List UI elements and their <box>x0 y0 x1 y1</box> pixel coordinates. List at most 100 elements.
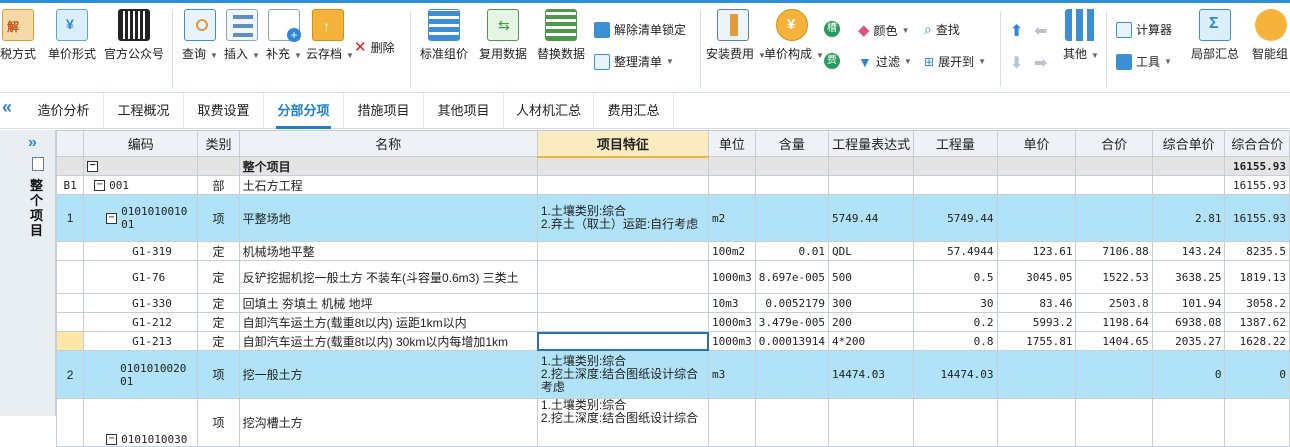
tab-fee-summary[interactable]: 费用汇总 <box>594 93 674 129</box>
down-arrow-icon[interactable]: ⬇ <box>1010 53 1023 73</box>
query-button[interactable]: 查询 ▼ <box>180 9 220 62</box>
row-number-cell <box>55 156 85 176</box>
find-button[interactable]: ⌕ 查找 <box>924 21 960 38</box>
col-header-qty-expr[interactable]: 工程量表达式 <box>828 130 915 157</box>
replace-data-icon <box>545 9 577 41</box>
cloud-save-icon: ↑ <box>312 9 344 41</box>
delete-icon: ✕ <box>354 39 367 56</box>
table-row[interactable]: − 整个项目 16155.93 <box>55 156 1290 176</box>
tab-sub-items[interactable]: 分部分项 <box>264 93 344 129</box>
calculator-button[interactable]: 计算器 <box>1116 21 1172 38</box>
unit-price-build-button[interactable]: ¥ 单价构成 ▼ <box>764 9 824 62</box>
collapse-icon[interactable]: − <box>94 180 106 191</box>
col-header-unit[interactable]: 单位 <box>708 130 756 157</box>
tools-icon <box>1116 53 1132 70</box>
table-row-selected[interactable]: G1-213 定 自卸汽车运土方(载重8t以内) 30km以内每增加1km 10… <box>55 331 1290 351</box>
col-header-type[interactable]: 类别 <box>197 130 240 157</box>
col-header-content[interactable]: 含量 <box>754 130 830 157</box>
color-button[interactable]: ◆ 颜色 ▼ <box>858 21 909 39</box>
collapse-icon[interactable]: − <box>87 161 99 173</box>
grid-icon <box>1065 9 1097 41</box>
ribbon-separator <box>700 11 701 87</box>
install-fee-button[interactable]: 安装费用 ▼ <box>706 9 766 62</box>
tab-labor-material-summary[interactable]: 人材机汇总 <box>504 93 594 129</box>
filter-button[interactable]: ▼ 过滤 ▼ <box>858 53 912 70</box>
delete-button[interactable]: ✕ 删除 <box>354 38 395 56</box>
table-row[interactable]: B1 −001 部 土石方工程 16155.93 <box>55 175 1290 195</box>
bill-grid: 编码 类别 名称 项目特征 单位 含量 工程量表达式 工程量 单价 合价 综合单… <box>55 130 1290 447</box>
project-tree-panel: » 整个项目 <box>0 130 56 416</box>
unit-price-build-icon: ¥ <box>776 9 808 41</box>
col-header-code[interactable]: 编码 <box>83 130 199 157</box>
filter-icon: ▼ <box>858 53 872 70</box>
col-header-comp-total[interactable]: 综合合价 <box>1224 130 1290 157</box>
col-header-feature[interactable]: 项目特征 <box>536 130 710 158</box>
qr-code-icon <box>118 9 150 41</box>
grid-header-row: 编码 类别 名称 项目特征 单位 含量 工程量表达式 工程量 单价 合价 综合单… <box>55 130 1290 158</box>
tax-icon: 解 <box>2 9 34 41</box>
unlock-icon <box>594 21 610 38</box>
expand-to-button[interactable]: ⊞ 展开到 ▼ <box>924 53 986 70</box>
project-tree-title[interactable]: 整个项目 <box>30 178 46 238</box>
col-header-comp-price[interactable]: 综合单价 <box>1151 130 1226 157</box>
active-cell[interactable] <box>536 331 710 351</box>
tab-measures[interactable]: 措施项目 <box>344 93 424 129</box>
table-row[interactable]: −0101010030 项 挖沟槽土方 1.土壤类别:综合 2.挖土深度:结合图纸… <box>55 398 1290 447</box>
supplement-button[interactable]: + 补充 ▼ <box>264 9 304 62</box>
official-account-button[interactable]: 官方公众号 <box>102 9 166 62</box>
tab-cost-analysis[interactable]: 造价分析 <box>24 93 104 129</box>
unlock-list-button[interactable]: 解除清单锁定 <box>594 21 686 38</box>
table-row[interactable]: G1-212 定 自卸汽车运土方(载重8t以内) 运距1km以内 1000m3 … <box>55 312 1290 332</box>
replace-data-button[interactable]: 替换数据 <box>534 9 588 62</box>
organize-icon <box>594 53 610 70</box>
standard-pricing-icon <box>428 9 460 41</box>
col-header-qty[interactable]: 工程量 <box>913 130 998 157</box>
cloud-save-button[interactable]: ↑ 云存档 ▼ <box>306 9 354 62</box>
ribbon-separator <box>172 11 173 87</box>
reuse-data-button[interactable]: ⇆ 复用数据 <box>476 9 530 62</box>
query-icon <box>184 9 216 41</box>
unit-price-mode-button[interactable]: ¥ 单价形式 <box>44 9 100 62</box>
expand-right-icon[interactable]: » <box>28 134 37 152</box>
table-row[interactable]: G1-319 定 机械场地平整 100m2 0.01 QDL 57.4944 1… <box>55 241 1290 261</box>
standard-pricing-button[interactable]: 标准组价 <box>418 9 470 62</box>
expand-icon: ⊞ <box>924 54 935 69</box>
up-arrow-icon[interactable]: ⬆ <box>1010 21 1023 41</box>
ribbon-separator <box>1000 11 1001 87</box>
tab-project-overview[interactable]: 工程概况 <box>104 93 184 129</box>
ribbon-separator <box>410 11 411 87</box>
side-icon-a[interactable]: 槽 <box>824 21 840 37</box>
table-row[interactable]: G1-76 定 反铲挖掘机挖一般土方 不装车(斗容量0.6m3) 三类土 100… <box>55 260 1290 294</box>
col-header-total[interactable]: 合价 <box>1075 130 1153 157</box>
side-icon-b[interactable]: 费 <box>824 53 840 69</box>
other-button[interactable]: 其他 ▼ <box>1062 9 1100 62</box>
row-number-header <box>55 130 85 157</box>
supplement-icon: + <box>268 9 301 42</box>
unit-price-icon: ¥ <box>56 9 88 41</box>
collapse-left-icon[interactable]: « <box>2 97 12 118</box>
color-icon: ◆ <box>858 22 870 39</box>
table-row[interactable]: G1-330 定 回填土 夯填土 机械 地坪 10m3 0.0052179 30… <box>55 293 1290 313</box>
calculator-icon <box>1116 21 1132 38</box>
col-header-name[interactable]: 名称 <box>238 130 538 157</box>
smart-icon <box>1255 9 1287 41</box>
collapse-icon[interactable]: − <box>106 212 118 224</box>
table-row[interactable]: 2 0101010020 01 项 挖一般土方 1.土壤类别:综合 2.挖土深度:结… <box>55 350 1290 399</box>
insert-button[interactable]: 插入 ▼ <box>222 9 262 62</box>
right-arrow-icon[interactable]: ➡ <box>1034 53 1047 73</box>
col-header-unit-price[interactable]: 单价 <box>996 130 1077 157</box>
insert-icon <box>226 9 258 41</box>
tax-mode-button[interactable]: 解 税方式 <box>0 9 40 62</box>
tools-button[interactable]: 工具 ▼ <box>1116 53 1172 70</box>
tab-fee-settings[interactable]: 取费设置 <box>184 93 264 129</box>
ribbon-separator <box>1106 11 1107 87</box>
install-fee-icon <box>717 9 749 41</box>
partial-summary-button[interactable]: Σ 局部汇总 <box>1188 9 1242 62</box>
organize-list-button[interactable]: 整理清单 ▼ <box>594 53 674 70</box>
smart-button[interactable]: 智能组 <box>1252 9 1290 62</box>
collapse-icon[interactable]: − <box>106 434 118 445</box>
tab-other-items[interactable]: 其他项目 <box>424 93 504 129</box>
document-icon[interactable] <box>32 157 44 171</box>
left-arrow-icon[interactable]: ⬅ <box>1034 21 1047 41</box>
table-row[interactable]: 1 − 0101010010 01 项 平整场地 1.土壤类别:综合 2.弃土（取土… <box>55 194 1290 242</box>
